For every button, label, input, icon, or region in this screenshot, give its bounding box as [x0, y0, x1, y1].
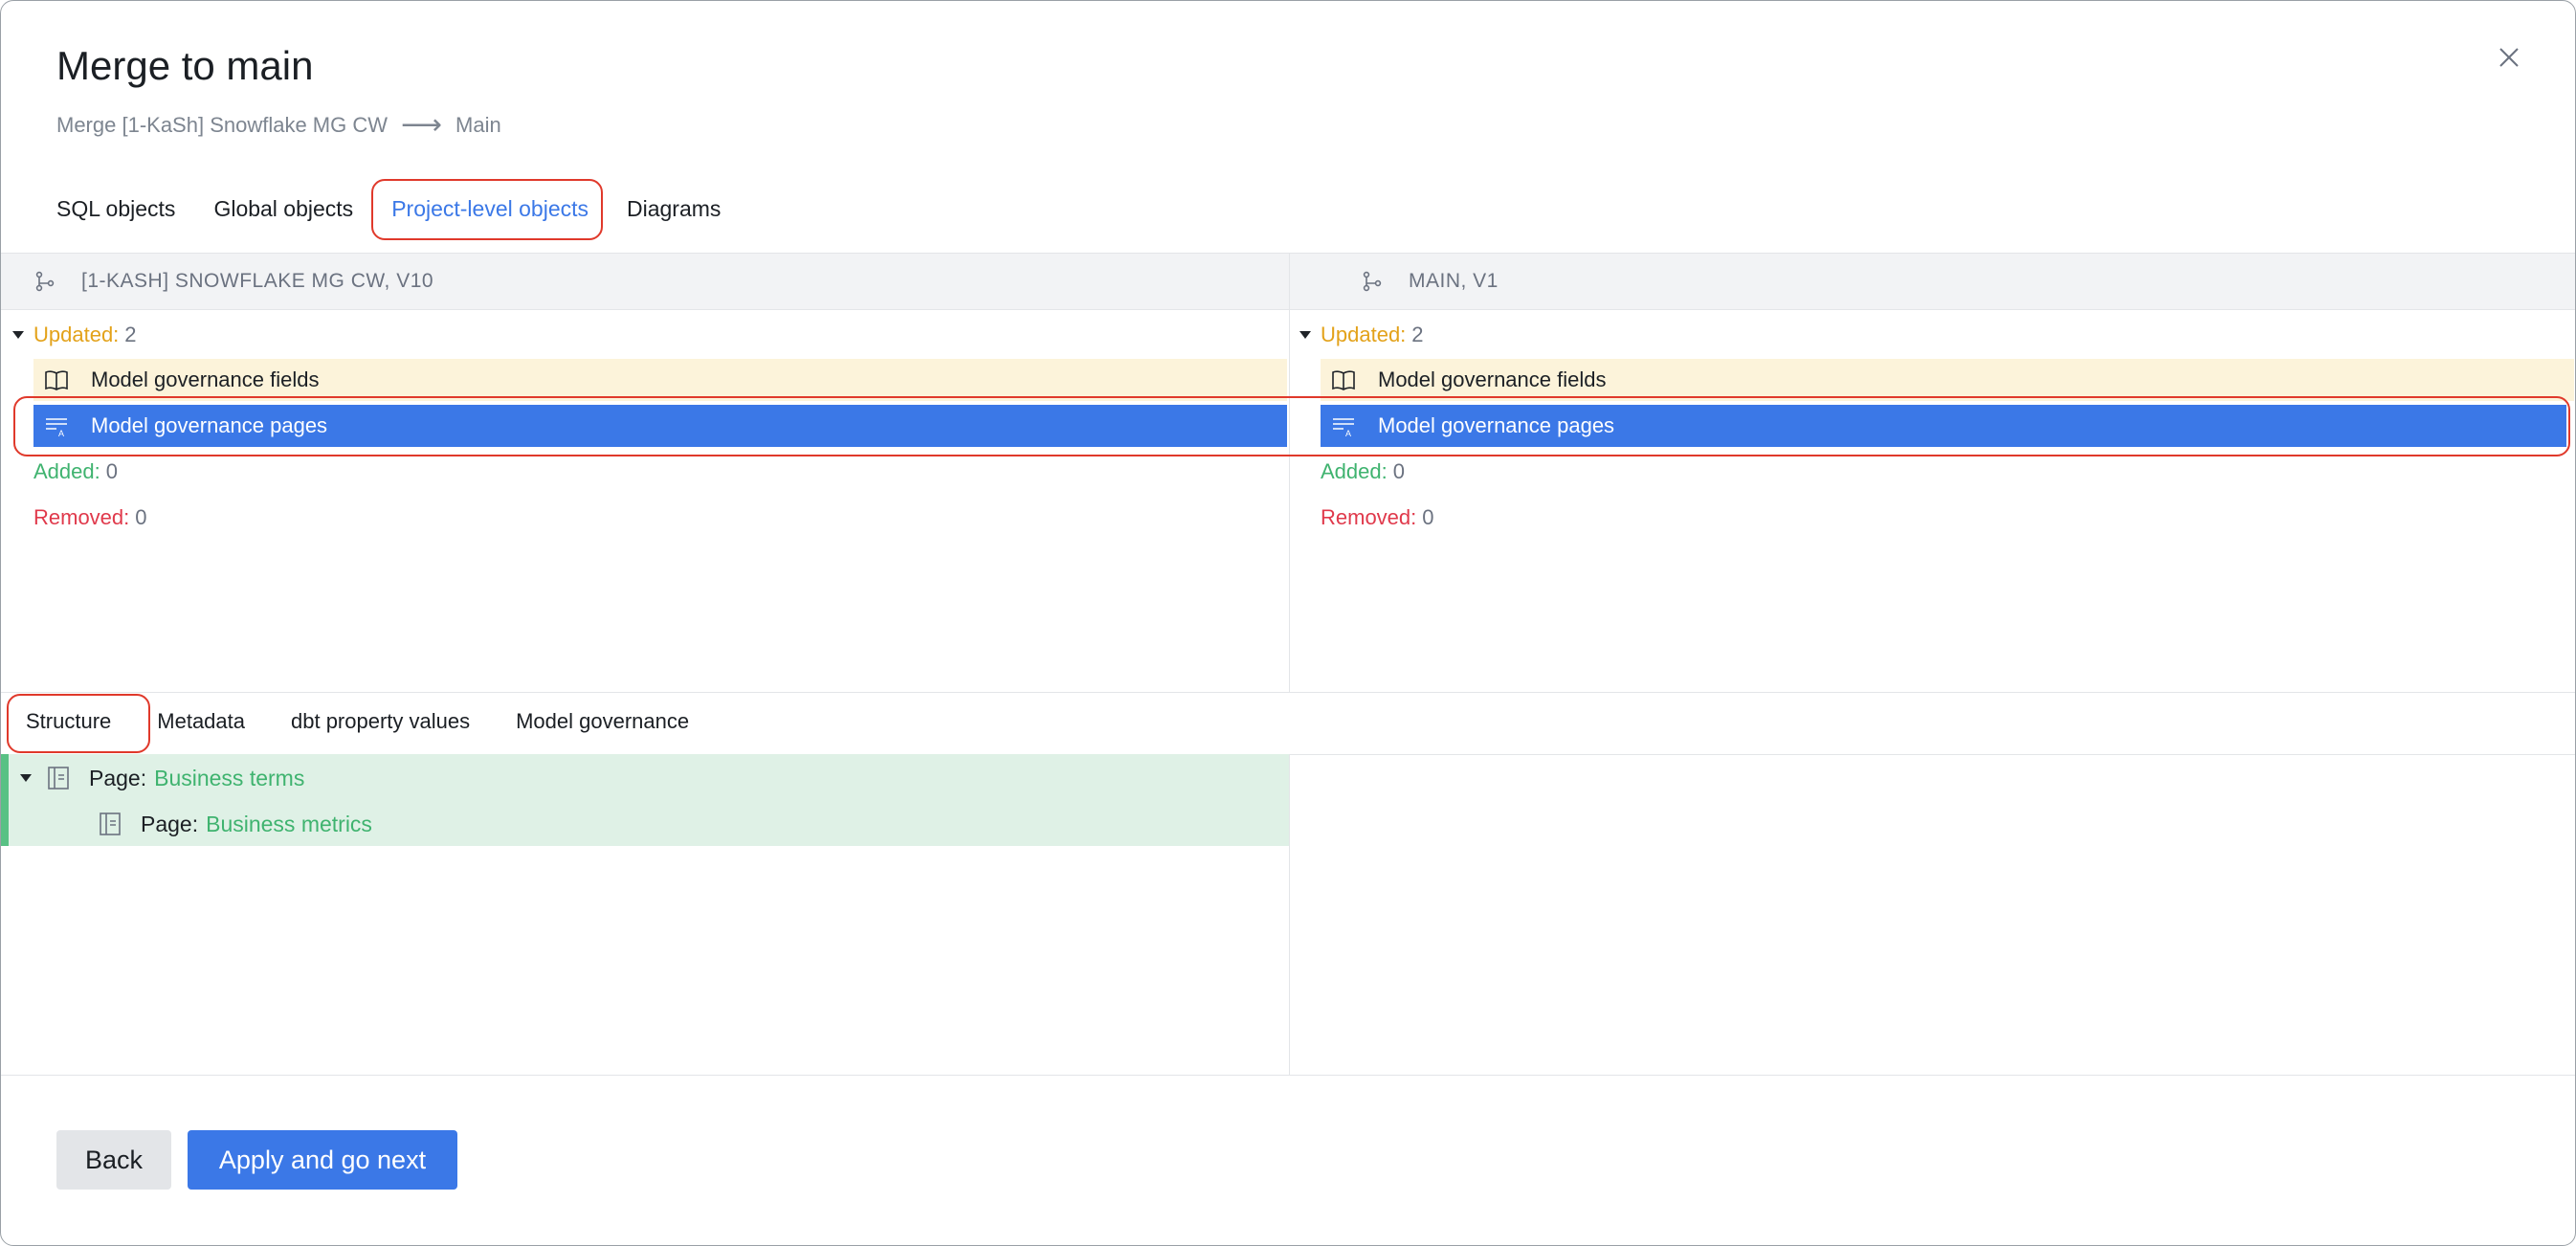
svg-text:A: A [1345, 429, 1351, 438]
item-label: Model governance pages [1378, 413, 1615, 437]
page-name: Business metrics [206, 811, 372, 836]
page-icon [100, 812, 121, 835]
arrow-right-icon: ⟶ [401, 109, 443, 141]
tab-project-level-objects[interactable]: Project-level objects [391, 192, 588, 226]
caret-down-icon[interactable] [12, 331, 24, 339]
target-branch: Main [455, 113, 501, 137]
tab-sql-objects[interactable]: SQL objects [56, 192, 175, 226]
updated-label: Updated: [1321, 323, 1407, 346]
dialog-title: Merge to main [56, 43, 314, 88]
structure-row-business-metrics[interactable]: Page: Business metrics [97, 803, 372, 845]
object-tabs: SQL objects Global objects Project-level… [56, 192, 721, 226]
tab-dbt-property-values[interactable]: dbt property values [291, 709, 470, 734]
detail-divider [1289, 754, 1290, 1075]
updated-label: Updated: [33, 323, 120, 346]
structure-row-business-terms[interactable]: Page: Business terms [20, 757, 304, 799]
caret-down-icon[interactable] [1299, 331, 1311, 339]
page-name: Business terms [154, 765, 305, 790]
updated-count: 2 [124, 323, 137, 346]
close-icon[interactable] [2495, 43, 2523, 72]
page-prefix: Page: [89, 765, 147, 790]
branch-icon [35, 271, 55, 292]
added-label: Added: [33, 459, 100, 483]
book-icon [1332, 370, 1355, 390]
pane-divider [1289, 253, 1290, 693]
page-prefix: Page: [141, 811, 199, 836]
left-pane-title: [1-KASH] SNOWFLAKE MG CW, V10 [81, 270, 434, 292]
removed-count: 0 [1422, 505, 1434, 529]
right-updated-group[interactable]: Updated: 2 [1299, 314, 1424, 356]
added-count: 0 [1392, 459, 1405, 483]
detail-tabs: Structure Metadata dbt property values M… [26, 709, 689, 734]
caret-down-icon[interactable] [20, 774, 32, 782]
item-label: Model governance fields [91, 367, 320, 391]
svg-text:A: A [58, 429, 64, 438]
back-button[interactable]: Back [56, 1130, 171, 1190]
item-label: Model governance pages [91, 413, 328, 437]
tab-metadata[interactable]: Metadata [157, 709, 245, 734]
left-removed-group: Removed: 0 [33, 497, 147, 539]
footer-divider [1, 1075, 2575, 1076]
source-branch: Merge [1-KaSh] Snowflake MG CW [56, 113, 389, 137]
right-removed-group: Removed: 0 [1321, 497, 1434, 539]
right-pane-header: MAIN, V1 [1290, 253, 2575, 310]
updated-count: 2 [1411, 323, 1424, 346]
pages-list-icon: A [1333, 418, 1354, 438]
tab-structure[interactable]: Structure [26, 709, 111, 734]
item-label: Model governance fields [1378, 367, 1607, 391]
removed-label: Removed: [33, 505, 130, 529]
page-icon [48, 767, 69, 790]
pages-list-icon: A [46, 418, 67, 438]
added-label: Added: [1321, 459, 1388, 483]
merge-dialog: Merge to main Merge [1-KaSh] Snowflake M… [0, 0, 2576, 1246]
branch-icon [1363, 271, 1382, 292]
right-item-model-governance-pages[interactable]: A Model governance pages [1321, 405, 2566, 447]
added-accent-bar [1, 754, 9, 846]
left-item-model-governance-pages[interactable]: A Model governance pages [33, 405, 1287, 447]
right-pane-title: MAIN, V1 [1409, 270, 1499, 292]
apply-and-go-next-button[interactable]: Apply and go next [188, 1130, 457, 1190]
added-count: 0 [105, 459, 118, 483]
left-pane-header: [1-KASH] SNOWFLAKE MG CW, V10 [1, 253, 1289, 310]
removed-count: 0 [135, 505, 147, 529]
merge-subtitle: Merge [1-KaSh] Snowflake MG CW ⟶ Main [56, 111, 501, 140]
left-item-model-governance-fields[interactable]: Model governance fields [33, 359, 1287, 401]
tab-model-governance[interactable]: Model governance [516, 709, 689, 734]
left-added-group: Added: 0 [33, 451, 118, 493]
right-added-group: Added: 0 [1321, 451, 1405, 493]
right-item-model-governance-fields[interactable]: Model governance fields [1321, 359, 2574, 401]
book-icon [45, 370, 68, 390]
removed-label: Removed: [1321, 505, 1417, 529]
left-updated-group[interactable]: Updated: 2 [12, 314, 137, 356]
tab-global-objects[interactable]: Global objects [213, 192, 353, 226]
tab-diagrams[interactable]: Diagrams [627, 192, 721, 226]
